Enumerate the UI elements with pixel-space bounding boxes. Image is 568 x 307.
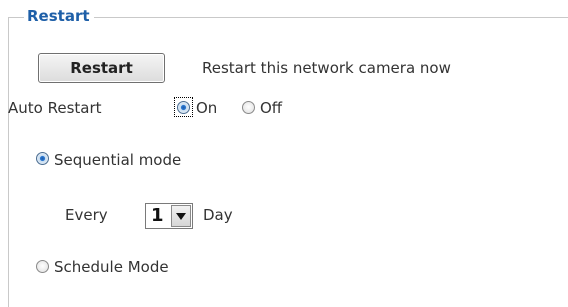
auto-restart-on-label[interactable]: On (196, 98, 217, 118)
auto-restart-off-radio[interactable] (242, 101, 255, 114)
sequential-mode-label[interactable]: Sequential mode (54, 150, 181, 170)
auto-restart-on-radio[interactable] (177, 101, 190, 114)
restart-group-title: Restart (24, 6, 94, 26)
restart-description: Restart this network camera now (202, 59, 451, 77)
every-label: Every (65, 206, 108, 224)
dropdown-button[interactable] (171, 205, 191, 227)
auto-restart-label: Auto Restart (8, 99, 102, 117)
every-day-select[interactable]: 1 (145, 203, 193, 229)
schedule-mode-radio[interactable] (36, 260, 49, 273)
restart-button[interactable]: Restart (38, 53, 165, 83)
every-day-value: 1 (151, 205, 164, 226)
auto-restart-off-label[interactable]: Off (260, 98, 282, 118)
day-unit-label: Day (203, 206, 233, 224)
chevron-down-icon (176, 213, 186, 220)
sequential-mode-radio[interactable] (36, 152, 49, 165)
schedule-mode-label[interactable]: Schedule Mode (54, 257, 169, 277)
